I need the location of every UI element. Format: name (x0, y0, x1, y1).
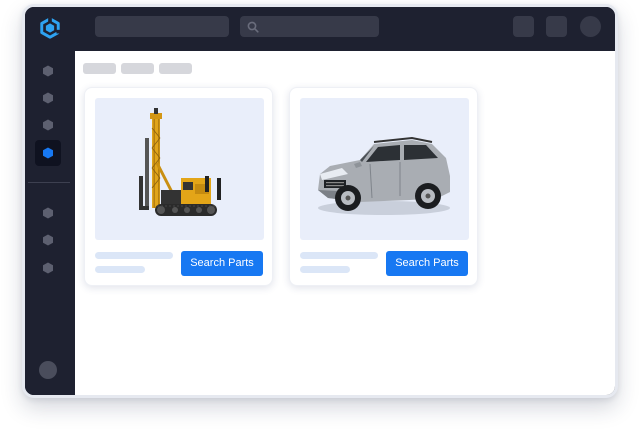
app-switcher-placeholder[interactable] (95, 16, 229, 37)
text-placeholder (300, 252, 378, 259)
product-card: Search Parts (84, 87, 273, 286)
hexagon-icon[interactable] (42, 65, 54, 77)
hexagon-icon[interactable] (42, 147, 54, 159)
hexagon-icon[interactable] (42, 92, 54, 104)
breadcrumb-placeholder-1 (83, 63, 116, 74)
product-card: Search Parts (289, 87, 478, 286)
drilling-rig-image (139, 108, 221, 216)
search-parts-button[interactable]: Search Parts (386, 251, 468, 276)
hexagon-icon[interactable] (42, 262, 54, 274)
cube-logo-icon[interactable] (39, 17, 61, 39)
text-placeholder (95, 252, 173, 259)
toolbar-button-2[interactable] (546, 16, 567, 37)
text-placeholder (95, 266, 145, 273)
main-content: Search Parts Search Parts (75, 51, 615, 395)
sidebar (25, 51, 75, 395)
text-placeholder (300, 266, 350, 273)
app-window: Search Parts Search Parts (22, 4, 618, 398)
breadcrumb-placeholder-2 (121, 63, 154, 74)
search-bar[interactable] (240, 16, 379, 37)
user-profile-icon[interactable] (39, 361, 57, 379)
search-parts-button[interactable]: Search Parts (181, 251, 263, 276)
product-image-frame (300, 98, 469, 240)
product-image-frame (95, 98, 264, 240)
hexagon-icon[interactable] (42, 207, 54, 219)
toolbar-button-1[interactable] (513, 16, 534, 37)
avatar-icon[interactable] (580, 16, 601, 37)
sidebar-divider (28, 182, 70, 183)
search-icon (247, 21, 259, 33)
hexagon-icon[interactable] (42, 119, 54, 131)
breadcrumb-placeholder-3 (159, 63, 192, 74)
top-bar (25, 7, 615, 51)
suv-car-image (318, 136, 450, 215)
hexagon-icon[interactable] (42, 234, 54, 246)
